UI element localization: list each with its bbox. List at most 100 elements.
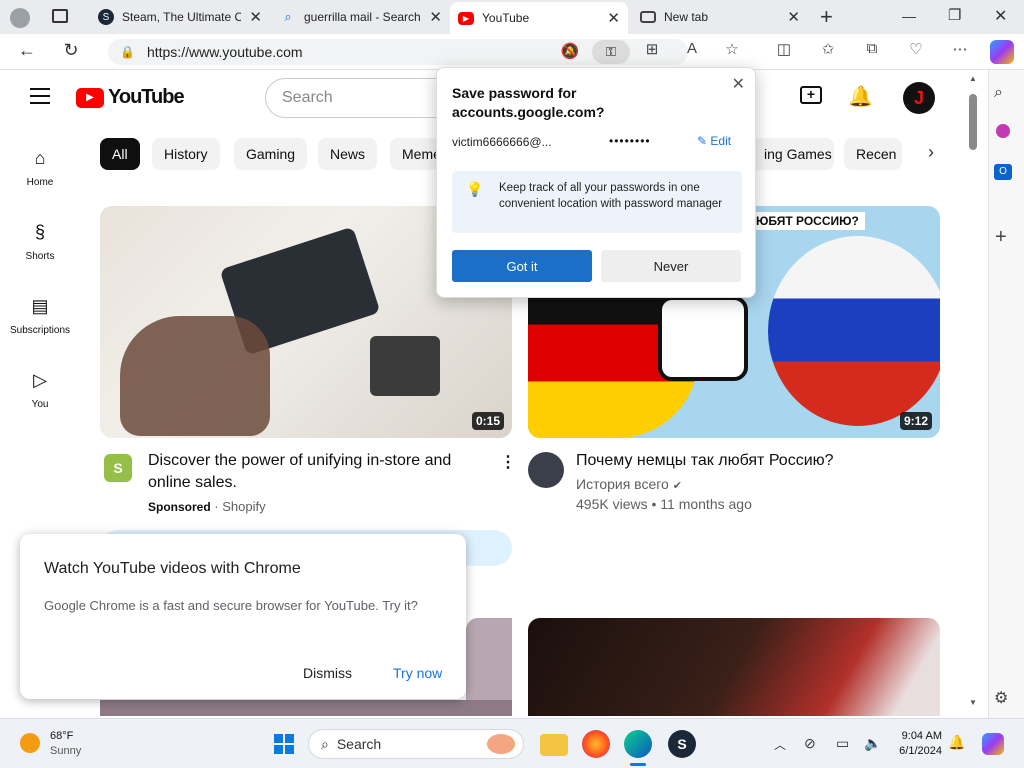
sidebar-add-icon[interactable]: + bbox=[995, 226, 1007, 249]
tab-steam[interactable]: S Steam, The Ultimate O ✕ bbox=[90, 4, 270, 30]
sidebar-search-icon[interactable]: ⌕ bbox=[994, 84, 1003, 102]
sidebar-settings-icon[interactable]: ⚙ bbox=[994, 688, 1008, 708]
page-scrollbar[interactable]: ▲ ▼ bbox=[966, 72, 980, 712]
chip-memes[interactable]: Memes bbox=[390, 138, 440, 170]
menu-hamburger-icon[interactable] bbox=[30, 88, 50, 104]
password-key-icon[interactable]: ⚿ bbox=[592, 40, 630, 64]
video-title[interactable]: Discover the power of unifying in-store … bbox=[148, 450, 478, 494]
guide-you[interactable]: ▷ You bbox=[0, 370, 80, 410]
youtube-play-icon: ▶ bbox=[76, 87, 104, 108]
restore-button[interactable]: ❐ bbox=[948, 6, 961, 24]
display-icon[interactable]: ▭ bbox=[836, 735, 849, 752]
edit-button[interactable]: ✎ Edit bbox=[697, 134, 731, 148]
close-tab-icon[interactable]: ✕ bbox=[429, 8, 442, 26]
notification-bell-icon[interactable]: 🔔 bbox=[948, 734, 965, 751]
chip-history[interactable]: History bbox=[152, 138, 220, 170]
close-tab-icon[interactable]: ✕ bbox=[249, 8, 262, 26]
chip-recent[interactable]: Recen bbox=[844, 138, 902, 170]
subscriptions-icon: ▤ bbox=[31, 296, 49, 316]
advertiser-name[interactable]: Shopify bbox=[222, 499, 265, 514]
youtube-logo-text: YouTube bbox=[108, 86, 185, 108]
promo-title: Watch YouTube videos with Chrome bbox=[44, 560, 301, 577]
clock[interactable]: 9:04 AM 6/1/2024 bbox=[890, 729, 942, 759]
close-tab-icon[interactable]: ✕ bbox=[787, 8, 800, 26]
show-hidden-icons-chevron[interactable]: ︿ bbox=[774, 736, 786, 753]
edge-icon[interactable] bbox=[624, 730, 652, 758]
try-now-button[interactable]: Try now bbox=[393, 665, 442, 681]
notifications-blocked-icon[interactable]: 🔕 bbox=[558, 42, 582, 60]
close-window-button[interactable]: ✕ bbox=[994, 6, 1007, 26]
edge-active-indicator bbox=[630, 763, 646, 766]
verified-icon: ✔ bbox=[672, 480, 682, 492]
search-highlight-icon bbox=[487, 734, 515, 754]
browser-essentials-icon[interactable]: ♡ bbox=[904, 40, 928, 58]
split-screen-icon[interactable]: ◫ bbox=[772, 40, 796, 58]
tab-youtube[interactable]: ▶ YouTube ✕ bbox=[450, 2, 628, 34]
windows-start-icon[interactable] bbox=[270, 730, 298, 758]
chip-all[interactable]: All bbox=[100, 138, 140, 170]
new-tab-button[interactable]: + bbox=[820, 4, 833, 30]
chip-news[interactable]: News bbox=[318, 138, 378, 170]
guide-subscriptions[interactable]: ▤ Subscriptions bbox=[0, 296, 80, 336]
sponsored-line: Sponsored · Shopify bbox=[148, 499, 266, 514]
video-thumbnail-lower-right[interactable] bbox=[528, 618, 940, 716]
never-button[interactable]: Never bbox=[601, 250, 741, 282]
channel-avatar[interactable] bbox=[528, 452, 564, 488]
favorite-star-icon[interactable]: ☆ bbox=[720, 40, 744, 58]
copilot-taskbar-icon[interactable] bbox=[982, 733, 1004, 755]
taskbar-search-box[interactable]: ⌕ Search bbox=[308, 729, 524, 759]
collections-icon[interactable]: ⧉ bbox=[860, 40, 884, 57]
avatar[interactable]: J bbox=[903, 82, 935, 114]
back-icon[interactable]: ← bbox=[14, 40, 40, 61]
scroll-up-arrow[interactable]: ▲ bbox=[969, 74, 977, 83]
close-tab-icon[interactable]: ✕ bbox=[607, 9, 620, 27]
scrollbar-thumb[interactable] bbox=[969, 94, 977, 150]
refresh-icon[interactable]: ↻ bbox=[58, 40, 84, 61]
close-icon[interactable]: ✕ bbox=[732, 74, 745, 94]
channel-name[interactable]: История всего bbox=[576, 476, 669, 492]
card-reader-graphic bbox=[370, 336, 440, 396]
chip-gaming[interactable]: Gaming bbox=[234, 138, 308, 170]
file-explorer-icon[interactable] bbox=[540, 734, 568, 756]
tab-actions-icon[interactable] bbox=[52, 9, 68, 23]
weather-sun-icon[interactable] bbox=[20, 733, 40, 753]
scroll-down-arrow[interactable]: ▼ bbox=[969, 698, 977, 707]
lock-icon: 🔒 bbox=[120, 45, 135, 59]
edit-label: Edit bbox=[710, 134, 732, 148]
sidebar-copilot-icon[interactable] bbox=[996, 124, 1010, 138]
chip-racing-games[interactable]: ing Games bbox=[752, 138, 834, 170]
more-actions-icon[interactable]: ⋮ bbox=[500, 452, 516, 472]
notifications-bell-icon[interactable]: 🔔 bbox=[848, 84, 873, 109]
create-video-icon[interactable]: + bbox=[800, 86, 822, 104]
dismiss-button[interactable]: Dismiss bbox=[303, 665, 352, 681]
home-icon: ⌂ bbox=[34, 148, 46, 168]
youtube-logo[interactable]: ▶ YouTube bbox=[76, 86, 185, 109]
firefox-icon[interactable] bbox=[582, 730, 610, 758]
minimize-button[interactable]: — bbox=[902, 8, 916, 24]
video-title[interactable]: Почему немцы так любят Россию? bbox=[576, 450, 916, 472]
guide-shorts[interactable]: § Shorts bbox=[0, 222, 80, 262]
channel-line[interactable]: История всего ✔ bbox=[576, 476, 682, 492]
volume-icon[interactable]: 🔈 bbox=[864, 735, 881, 752]
dialog-title: Save password for accounts.google.com? bbox=[452, 85, 605, 120]
read-aloud-icon[interactable]: A bbox=[680, 40, 704, 57]
tab-new-tab[interactable]: New tab ✕ bbox=[632, 4, 808, 30]
favorites-icon[interactable]: ✩ bbox=[816, 40, 840, 58]
tip-text: Keep track of all your passwords in one … bbox=[499, 182, 723, 210]
profile-icon[interactable] bbox=[10, 8, 30, 28]
network-icon[interactable]: ⊘ bbox=[804, 735, 816, 752]
got-it-button[interactable]: Got it bbox=[452, 250, 592, 282]
guide-home[interactable]: ⌂ Home bbox=[0, 148, 80, 188]
weather-widget[interactable]: 68°F Sunny bbox=[50, 729, 81, 759]
youtube-search-input[interactable]: Search bbox=[265, 78, 445, 118]
apps-icon[interactable]: ⊞ bbox=[640, 40, 664, 58]
saved-username: victim6666666@... bbox=[452, 135, 552, 149]
shopify-channel-avatar[interactable]: S bbox=[104, 454, 132, 482]
copilot-icon[interactable] bbox=[990, 40, 1014, 64]
tab-guerrilla[interactable]: ⌕ guerrilla mail - Search ✕ bbox=[272, 4, 450, 30]
sidebar-outlook-icon[interactable]: O bbox=[994, 164, 1012, 180]
video-thumbnail-lower-left-strip[interactable] bbox=[100, 700, 512, 716]
steam-taskbar-icon[interactable]: S bbox=[668, 730, 696, 758]
more-menu-icon[interactable]: ⋯ bbox=[948, 40, 972, 58]
chips-next-chevron-icon[interactable]: › bbox=[928, 142, 934, 163]
